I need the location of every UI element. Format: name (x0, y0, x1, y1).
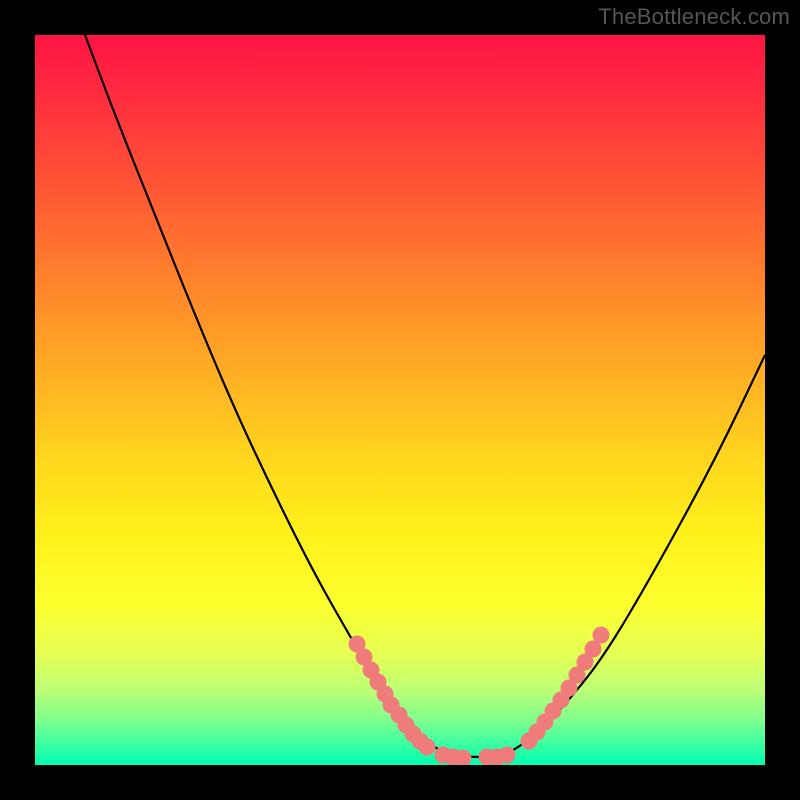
data-dot (419, 739, 436, 756)
plot-area (35, 35, 765, 765)
curve-overlay (35, 35, 765, 765)
data-dots (349, 627, 610, 766)
data-dot (499, 747, 516, 764)
data-dot (593, 627, 610, 644)
watermark-text: TheBottleneck.com (598, 4, 790, 30)
bottleneck-curve (85, 35, 765, 757)
chart-stage: TheBottleneck.com (0, 0, 800, 800)
